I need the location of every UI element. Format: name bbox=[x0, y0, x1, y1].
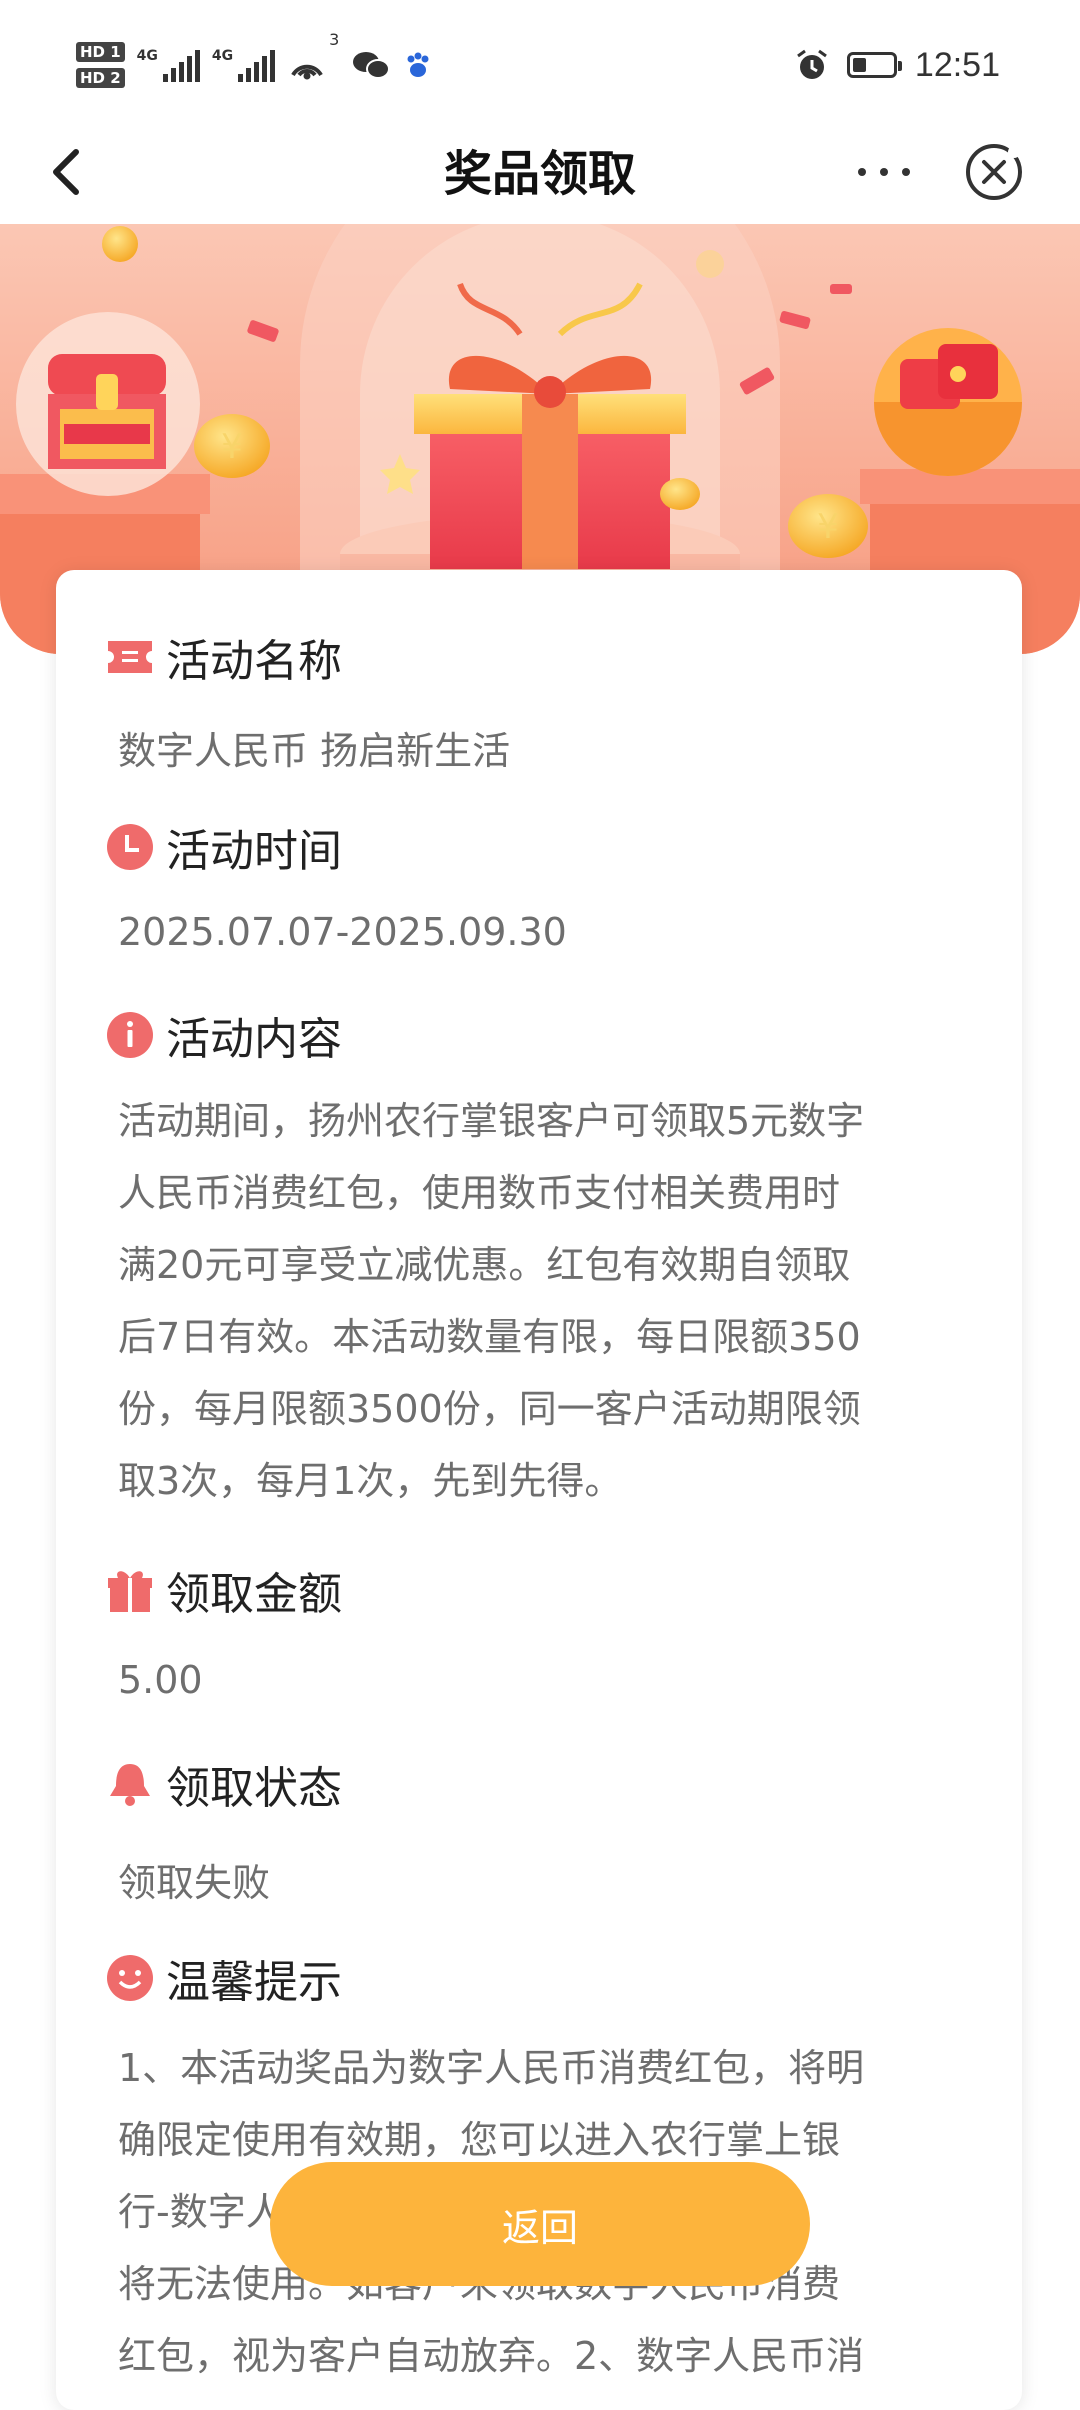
more-button[interactable] bbox=[844, 142, 924, 202]
claim-amount: 5.00 bbox=[118, 1658, 203, 1702]
section-status-header: 领取状态 bbox=[106, 1752, 342, 1816]
section-name-header: 活动名称 bbox=[106, 625, 342, 689]
section-name-label: 活动名称 bbox=[166, 636, 342, 687]
tips-line: 1、本活动奖品为数字人民币消费红包，将明 bbox=[118, 2046, 865, 2090]
activity-time: 2025.07.07-2025.09.30 bbox=[118, 910, 567, 954]
svg-text:¥: ¥ bbox=[817, 507, 839, 547]
content-line: 人民币消费红包，使用数币支付相关费用时 bbox=[118, 1171, 841, 1215]
tips-line: 红包，视为客户自动放弃。2、数字人民币消 bbox=[118, 2334, 865, 2378]
section-time-header: 活动时间 bbox=[106, 815, 342, 879]
baidu-icon bbox=[407, 52, 429, 77]
section-tips-header: 温馨提示 bbox=[106, 1946, 342, 2010]
section-amount-header: 领取金额 bbox=[106, 1558, 342, 1622]
hd-indicators: HD 1 HD 2 bbox=[76, 42, 125, 88]
status-bar: HD 1 HD 2 4G 4G 3 12:51 bbox=[0, 0, 1080, 130]
status-left: HD 1 HD 2 4G 4G 3 bbox=[76, 30, 433, 100]
battery-icon bbox=[846, 52, 902, 78]
ticket-icon bbox=[106, 633, 154, 681]
section-status-label: 领取状态 bbox=[166, 1763, 342, 1814]
activity-card: 活动名称 数字人民币 扬启新生活 活动时间 2025.07.07-2025.09… bbox=[56, 570, 1022, 2410]
nav-bar: 奖品领取 bbox=[0, 120, 1080, 224]
hotspot-icon bbox=[291, 64, 323, 80]
clock: 12:51 bbox=[914, 45, 1000, 84]
clock-icon bbox=[106, 823, 154, 871]
bell-icon bbox=[106, 1760, 154, 1808]
section-content-label: 活动内容 bbox=[166, 1014, 342, 1065]
section-tips-label: 温馨提示 bbox=[166, 1957, 342, 2008]
dot-icon bbox=[880, 168, 888, 176]
dot-icon bbox=[858, 168, 866, 176]
content-line: 活动期间，扬州农行掌银客户可领取5元数字 bbox=[118, 1099, 865, 1143]
gift-icon bbox=[106, 1566, 154, 1614]
hd1-badge: HD 1 bbox=[76, 42, 125, 62]
section-time-label: 活动时间 bbox=[166, 826, 342, 877]
info-icon bbox=[106, 1011, 154, 1059]
hd2-badge: HD 2 bbox=[76, 68, 125, 88]
wechat-icon bbox=[353, 52, 391, 79]
activity-name: 数字人民币 扬启新生活 bbox=[118, 729, 511, 773]
hotspot-count: 3 bbox=[329, 30, 340, 49]
content-line: 份，每月限额3500份，同一客户活动期限领 bbox=[118, 1387, 861, 1431]
claim-status: 领取失败 bbox=[118, 1861, 271, 1905]
status-right: 12:51 bbox=[795, 40, 1000, 90]
activity-content: 活动期间，扬州农行掌银客户可领取5元数字 人民币消费红包，使用数币支付相关费用时… bbox=[118, 1085, 988, 1517]
close-miniapp-button[interactable] bbox=[962, 140, 1026, 204]
content-line: 满20元可享受立减优惠。红包有效期自领取 bbox=[118, 1243, 851, 1287]
signal-icon-2: 4G bbox=[212, 48, 276, 82]
alarm-icon bbox=[797, 49, 827, 79]
section-content-header: 活动内容 bbox=[106, 1003, 342, 1067]
smile-icon bbox=[106, 1954, 154, 2002]
content-line: 后7日有效。本活动数量有限，每日限额350 bbox=[118, 1315, 861, 1359]
section-amount-label: 领取金额 bbox=[166, 1569, 342, 1620]
content-line: 取3次，每月1次，先到先得。 bbox=[118, 1459, 623, 1503]
signal-icon: 4G bbox=[137, 48, 200, 82]
return-button[interactable]: 返回 bbox=[270, 2162, 810, 2286]
dot-icon bbox=[902, 168, 910, 176]
svg-text:¥: ¥ bbox=[221, 427, 243, 467]
